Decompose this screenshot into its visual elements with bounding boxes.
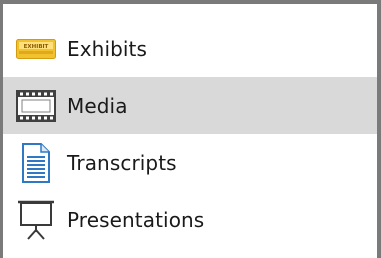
exhibit-badge-text: EXHIBIT: [24, 44, 49, 50]
nav-item-label-presentations: Presentations: [67, 207, 205, 232]
nav-item-label-media: Media: [67, 93, 128, 118]
nav-item-media[interactable]: Media: [3, 77, 377, 134]
nav-item-label-transcripts: Transcripts: [67, 150, 177, 175]
nav-item-transcripts[interactable]: Transcripts: [3, 134, 377, 191]
document-icon: [13, 140, 59, 186]
nav-item-exhibits[interactable]: EXHIBIT Exhibits: [3, 20, 377, 77]
film-strip-icon: [13, 83, 59, 129]
nav-item-label-exhibits: Exhibits: [67, 36, 148, 61]
navigation-panel: EXHIBIT Exhibits Media Transcripts Prese…: [0, 0, 381, 258]
projector-screen-icon: [13, 197, 59, 243]
nav-item-presentations[interactable]: Presentations: [3, 191, 377, 248]
nav-list: EXHIBIT Exhibits Media Transcripts Prese…: [3, 20, 377, 248]
exhibit-sticker-icon: EXHIBIT: [13, 26, 59, 72]
